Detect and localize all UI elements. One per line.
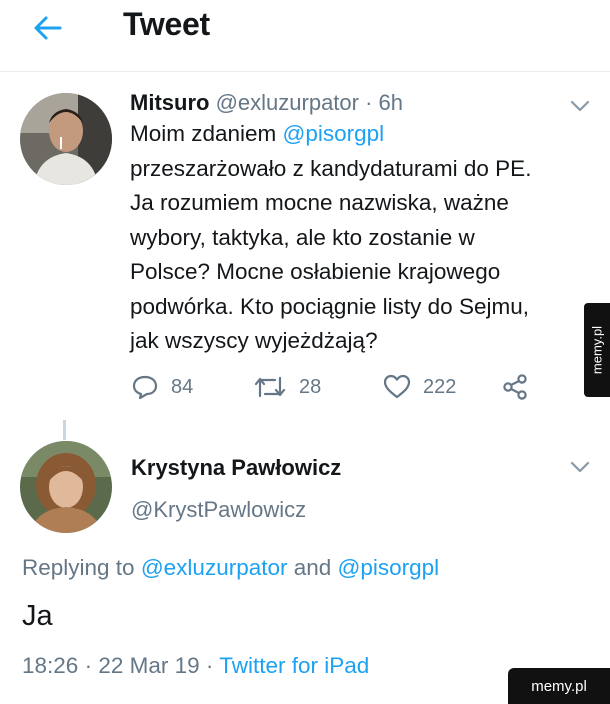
separator: · xyxy=(78,653,99,678)
tweet-line: Moim zdaniem @pisorgpl xyxy=(130,117,590,152)
author-handle[interactable]: @exluzurpator xyxy=(216,90,359,115)
replying-to: Replying to @exluzurpator and @pisorgpl xyxy=(22,555,439,581)
avatar[interactable] xyxy=(20,93,112,185)
like-button[interactable]: 222 xyxy=(383,370,456,404)
heart-icon xyxy=(383,374,411,399)
tweet-date: 22 Mar 19 xyxy=(98,653,200,678)
page-title: Tweet xyxy=(123,6,210,42)
share-icon xyxy=(503,374,527,400)
tweet-time: 18:26 xyxy=(22,653,79,678)
reply-icon xyxy=(132,375,158,400)
tweet-line: wybory, taktyka, ale kto zostanie w xyxy=(130,224,475,250)
tweet-line: jak wszyscy wyjeżdżają? xyxy=(130,328,378,353)
tweet-text-segment: Moim zdaniem xyxy=(130,121,283,146)
author-handle[interactable]: @KrystPawlowicz xyxy=(131,497,306,523)
header: Tweet xyxy=(0,0,610,72)
arrow-left-icon[interactable] xyxy=(30,10,66,46)
like-count: 222 xyxy=(423,375,457,398)
retweet-icon xyxy=(254,376,286,398)
tweet-header: Mitsuro @exluzurpator · 6h xyxy=(130,90,403,116)
thread-connector xyxy=(63,420,66,440)
tweet-line: Ja rozumiem mocne nazwiska, ważne xyxy=(130,190,509,215)
author-name[interactable]: Mitsuro xyxy=(130,90,209,115)
retweet-count: 28 xyxy=(299,375,322,398)
tweet-actions: 84 28 222 xyxy=(0,370,610,404)
replying-and: and xyxy=(287,555,338,580)
separator: · xyxy=(358,90,379,115)
avatar[interactable] xyxy=(20,441,112,533)
tweet-time: 6h xyxy=(378,90,404,115)
separator: · xyxy=(199,653,220,678)
reply-button[interactable]: 84 xyxy=(131,370,193,404)
tweet-line: podwórka. Kto pociągnie listy do Sejmu, xyxy=(130,293,529,319)
chevron-down-icon[interactable] xyxy=(569,99,591,113)
client-link[interactable]: Twitter for iPad xyxy=(219,653,369,678)
chevron-down-icon[interactable] xyxy=(569,460,591,474)
tweet-line: przeszarżowało z kandydaturami do PE. xyxy=(130,155,532,181)
author-name[interactable]: Krystyna Pawłowicz xyxy=(131,455,341,481)
tweet-meta: 18:26 · 22 Mar 19 · Twitter for iPad xyxy=(22,653,369,679)
tweet-text: Ja xyxy=(22,600,53,632)
share-button[interactable] xyxy=(501,370,541,404)
mention-link[interactable]: @pisorgpl xyxy=(283,121,385,146)
reply-count: 84 xyxy=(171,375,194,398)
watermark-side: memy.pl xyxy=(584,303,610,397)
tweet-line: Polsce? Mocne osłabienie krajowego xyxy=(130,259,501,284)
mention-link[interactable]: @exluzurpator xyxy=(141,555,288,580)
mention-link[interactable]: @pisorgpl xyxy=(338,555,440,580)
retweet-button[interactable]: 28 xyxy=(253,370,321,404)
watermark-corner: memy.pl xyxy=(508,668,610,704)
replying-label: Replying to xyxy=(22,555,141,580)
tweet-text: Moim zdaniem @pisorgpl przeszarżowało z … xyxy=(130,117,590,359)
watermark-text: memy.pl xyxy=(589,325,605,375)
